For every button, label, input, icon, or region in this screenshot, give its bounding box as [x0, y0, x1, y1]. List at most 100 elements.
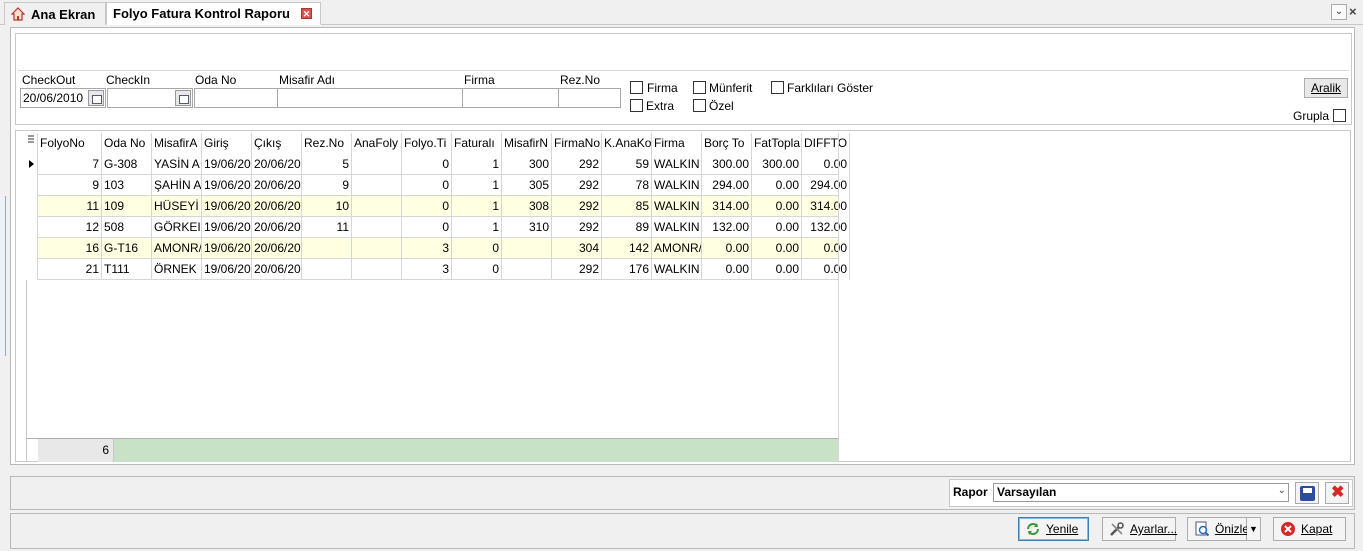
grid-cell[interactable]: 9 [302, 175, 352, 196]
table-row[interactable]: 16 G-T16 AMONR/19/06/20 20/06/20 3 0 304 142 AMO… [26, 238, 850, 259]
splitter-handle[interactable] [0, 196, 6, 356]
grid-cell[interactable] [352, 217, 402, 238]
save-report-button[interactable] [1295, 482, 1319, 504]
grid-cell[interactable]: 19/06/20 [202, 217, 252, 238]
grid-cell[interactable]: 0.00 [752, 259, 802, 280]
grid-cell[interactable]: 103 [102, 175, 152, 196]
table-row[interactable]: 12 508 GÖRKEI 19/06/20 20/06/20 11 0 1 310 292 89 W… [26, 217, 850, 238]
grid-cell[interactable]: 9 [38, 175, 102, 196]
grid-cell[interactable]: YASİN A [152, 154, 202, 175]
column-header[interactable]: MisafirN [502, 133, 552, 154]
grid-cell[interactable]: 0.00 [752, 217, 802, 238]
row-indicator[interactable] [26, 154, 38, 175]
ayarlar-button[interactable]: Ayarlar... [1102, 517, 1177, 541]
tab-list-dropdown-icon[interactable]: ⌄ [1331, 4, 1347, 20]
grid-cell[interactable]: 0.00 [752, 196, 802, 217]
grid-cell[interactable] [352, 175, 402, 196]
grid-cell[interactable]: 300.00 [752, 154, 802, 175]
grid-cell[interactable]: 0 [452, 238, 502, 259]
grid-cell[interactable]: WALKIN [652, 217, 702, 238]
grid-cell[interactable]: WALKIN [652, 196, 702, 217]
grid-cell[interactable]: 16 [38, 238, 102, 259]
grid-cell[interactable]: 11 [38, 196, 102, 217]
onizle-dropdown[interactable]: ▼ [1247, 517, 1261, 541]
ozel-checkbox[interactable] [693, 99, 706, 112]
column-header[interactable]: Folyo.Ti [402, 133, 452, 154]
grid-cell[interactable]: 294.00 [702, 175, 752, 196]
column-header[interactable]: DIFFTO [802, 133, 850, 154]
grid-cell[interactable]: 1 [452, 175, 502, 196]
grid-cell[interactable] [352, 196, 402, 217]
grid-cell[interactable]: 19/06/20 [202, 175, 252, 196]
grid-cell[interactable]: WALKIN [652, 154, 702, 175]
grid-cell[interactable]: 0.00 [752, 175, 802, 196]
row-indicator[interactable] [26, 196, 38, 217]
misafir-adi-input[interactable] [277, 88, 463, 108]
grid-cell[interactable]: 3 [402, 238, 452, 259]
rapor-select[interactable]: Varsayılan ⌄ [993, 483, 1289, 502]
farklilari-goster-checkbox[interactable] [771, 81, 784, 94]
grid-cell[interactable]: 132.00 [802, 217, 850, 238]
grid-cell[interactable]: 1 [452, 217, 502, 238]
grid-cell[interactable]: G-308 [102, 154, 152, 175]
grid-cell[interactable]: ŞAHİN A [152, 175, 202, 196]
grupla-checkbox[interactable] [1333, 109, 1346, 122]
firma-checkbox[interactable] [630, 81, 643, 94]
grid-cell[interactable]: 0 [402, 154, 452, 175]
table-row[interactable]: 21 T111 ÖRNEK 19/06/20 20/06/20 3 0 292 176 WALKI… [26, 259, 850, 280]
close-icon[interactable]: × [1349, 4, 1361, 20]
row-indicator[interactable] [26, 238, 38, 259]
grid-cell[interactable]: 0.00 [802, 154, 850, 175]
grid-cell[interactable]: 142 [602, 238, 652, 259]
row-indicator[interactable] [26, 259, 38, 280]
grid-cell[interactable]: 0 [402, 217, 452, 238]
grid-cell[interactable]: WALKIN [652, 259, 702, 280]
column-chooser-icon[interactable] [26, 133, 38, 154]
tab-folyo-fatura[interactable]: Folyo Fatura Kontrol Raporu ✕ [106, 2, 321, 25]
kapat-button[interactable]: Kapat [1273, 517, 1346, 541]
grid-cell[interactable]: 292 [552, 196, 602, 217]
grid-cell[interactable]: 292 [552, 217, 602, 238]
grid-cell[interactable]: 310 [502, 217, 552, 238]
grid-cell[interactable]: 10 [302, 196, 352, 217]
grid-cell[interactable]: 19/06/20 [202, 154, 252, 175]
column-header[interactable]: Faturalı [452, 133, 502, 154]
grid-cell[interactable]: 78 [602, 175, 652, 196]
grid-cell[interactable]: 292 [552, 154, 602, 175]
grid-cell[interactable]: 305 [502, 175, 552, 196]
grid-cell[interactable]: 20/06/20 [252, 259, 302, 280]
grid-cell[interactable]: 19/06/20 [202, 196, 252, 217]
grid-cell[interactable]: HÜSEYİ [152, 196, 202, 217]
grid-cell[interactable]: 132.00 [702, 217, 752, 238]
grid-cell[interactable]: 3 [402, 259, 452, 280]
grid-cell[interactable] [352, 154, 402, 175]
column-header[interactable]: Giriş [202, 133, 252, 154]
grid-cell[interactable]: 0.00 [802, 238, 850, 259]
grid-cell[interactable]: 20/06/20 [252, 217, 302, 238]
table-row[interactable]: 7 G-308 YASİN A 19/06/20 20/06/20 5 0 1 300 292 59… [26, 154, 850, 175]
grid-cell[interactable]: 20/06/20 [252, 196, 302, 217]
grid-cell[interactable]: 5 [302, 154, 352, 175]
grid-cell[interactable]: 7 [38, 154, 102, 175]
grid-cell[interactable]: 19/06/20 [202, 238, 252, 259]
grid-cell[interactable]: 19/06/20 [202, 259, 252, 280]
grid-cell[interactable]: 89 [602, 217, 652, 238]
rez-no-input[interactable] [558, 88, 621, 108]
extra-checkbox[interactable] [630, 99, 643, 112]
munferit-checkbox[interactable] [693, 81, 706, 94]
grid-cell[interactable]: 109 [102, 196, 152, 217]
grid-cell[interactable] [352, 259, 402, 280]
grid-cell[interactable] [502, 259, 552, 280]
row-indicator[interactable] [26, 175, 38, 196]
grid-cell[interactable]: 314.00 [702, 196, 752, 217]
row-indicator[interactable] [26, 217, 38, 238]
grid-cell[interactable]: 0 [402, 175, 452, 196]
calendar-icon[interactable] [88, 90, 104, 106]
aralik-button[interactable]: Aralik [1304, 78, 1348, 98]
grid-cell[interactable]: 0 [402, 196, 452, 217]
grid-cell[interactable]: AMONR/ [152, 238, 202, 259]
grid-cell[interactable]: 0 [452, 259, 502, 280]
grid-cell[interactable]: 300 [502, 154, 552, 175]
column-header[interactable]: Rez.No [302, 133, 352, 154]
column-header[interactable]: Borç To [702, 133, 752, 154]
